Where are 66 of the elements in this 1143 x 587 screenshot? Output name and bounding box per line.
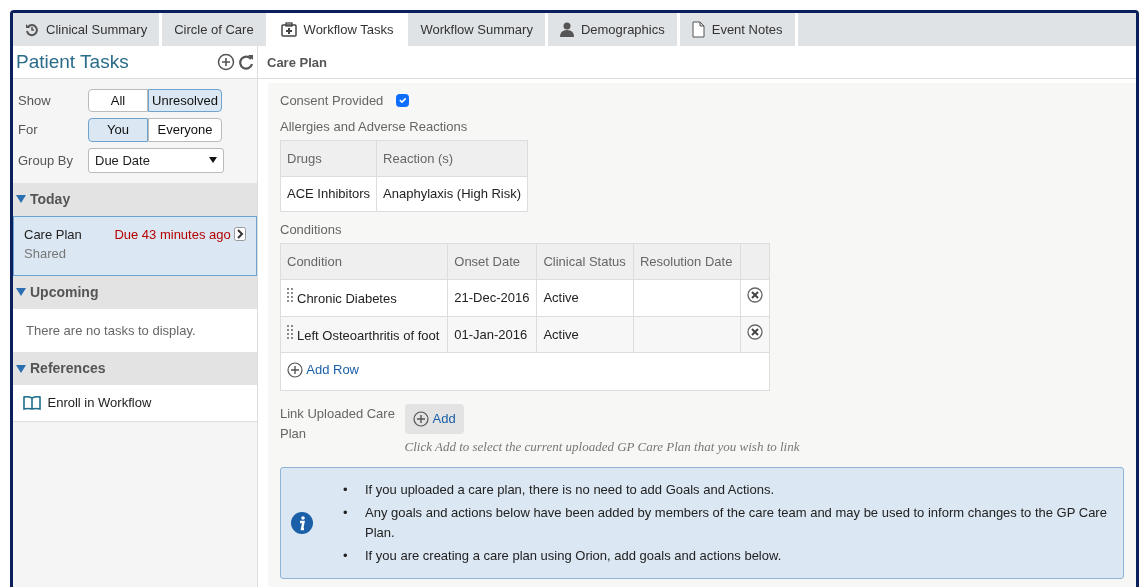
filter-label: For: [18, 121, 39, 139]
bullet: •: [343, 547, 349, 565]
expanded-triangle-icon[interactable]: [16, 288, 26, 296]
document-icon: [691, 21, 705, 38]
hint-text: Click Add to select the current uploaded GP Care Plan that you wish to link: [404, 438, 800, 456]
section-label: Conditions: [280, 220, 343, 239]
bullet: •: [343, 504, 349, 522]
column-header: Reaction (s): [376, 140, 528, 177]
group-by-select[interactable]: Due Date: [88, 147, 224, 173]
table-cell: Chronic Diabetes: [297, 291, 397, 306]
section-header: Upcoming: [30, 282, 99, 302]
add-row-link[interactable]: Add Row: [287, 360, 359, 380]
column-header: Clinical Status: [536, 243, 634, 280]
info-text: Any goals and actions below have been added by members of the care team and may be used to inform changes to the GP Care Plan.: [365, 504, 1108, 542]
column-header: Onset Date: [447, 243, 537, 280]
history-icon: [25, 22, 39, 37]
column-header: Drugs: [280, 140, 377, 177]
add-button[interactable]: Add: [404, 404, 464, 434]
table-cell: Active: [543, 326, 579, 342]
medkit-icon: [280, 22, 297, 37]
tab[interactable]: Workflow Tasks: [268, 13, 409, 46]
refresh-icon[interactable]: [238, 53, 254, 71]
empty-message: There are no tasks to display.: [26, 322, 196, 338]
toggle-option[interactable]: Unresolved: [148, 88, 222, 112]
add-icon: [412, 411, 429, 427]
panel-title: Patient Tasks: [16, 49, 129, 74]
drag-handle-icon[interactable]: [287, 287, 293, 303]
add-icon: [287, 361, 303, 378]
add-icon[interactable]: [216, 53, 235, 71]
task-item[interactable]: Care Plan Due 43 minutes ago Shared: [13, 215, 257, 276]
consent-checkbox[interactable]: [396, 94, 410, 108]
table-cell: Anaphylaxis (High Risk): [383, 186, 522, 202]
due-text: Due 43 minutes ago: [114, 225, 231, 244]
filter-label: Show: [18, 91, 52, 110]
task-title: Care Plan: [24, 225, 82, 244]
table-cell: ACE Inhibitors: [287, 186, 371, 202]
task-subtitle: Shared: [24, 245, 66, 263]
section-label: Allergies and Adverse Reactions: [280, 118, 469, 136]
dropdown-caret-icon: [209, 156, 217, 165]
remove-icon[interactable]: [746, 287, 763, 303]
bullet: •: [343, 480, 349, 499]
column-header: Condition: [280, 243, 448, 280]
toggle-option[interactable]: All: [88, 88, 148, 112]
column-header: Resolution Date: [633, 243, 741, 280]
person-icon: [559, 22, 574, 37]
table-cell: 01-Jan-2016: [454, 326, 528, 342]
expanded-triangle-icon[interactable]: [16, 364, 26, 373]
chevron-icon[interactable]: [234, 227, 246, 242]
remove-icon[interactable]: [746, 323, 763, 340]
field-label: Link Uploaded Care Plan: [280, 405, 396, 443]
expanded-triangle-icon[interactable]: [16, 195, 26, 203]
page-heading: Care Plan: [267, 55, 327, 70]
section-header: Today: [30, 189, 71, 209]
book-icon: [23, 395, 41, 410]
info-text: If you uploaded a care plan, there is no need to add Goals and Actions.: [365, 480, 775, 499]
field-label: Consent Provided: [280, 92, 384, 110]
table-cell: Active: [543, 290, 579, 305]
table-cell: Left Osteoarthritis of foot: [297, 327, 440, 343]
info-text: If you are creating a care plan using Orion, add goals and actions below.: [365, 547, 782, 565]
table-cell: 21-Dec-2016: [454, 290, 530, 305]
toggle-option[interactable]: You: [88, 118, 148, 142]
section-header: References: [30, 359, 106, 378]
drag-handle-icon[interactable]: [287, 323, 293, 340]
info-icon: [291, 511, 313, 534]
filter-label: Group By: [18, 151, 74, 170]
toggle-option[interactable]: Everyone: [148, 118, 222, 142]
